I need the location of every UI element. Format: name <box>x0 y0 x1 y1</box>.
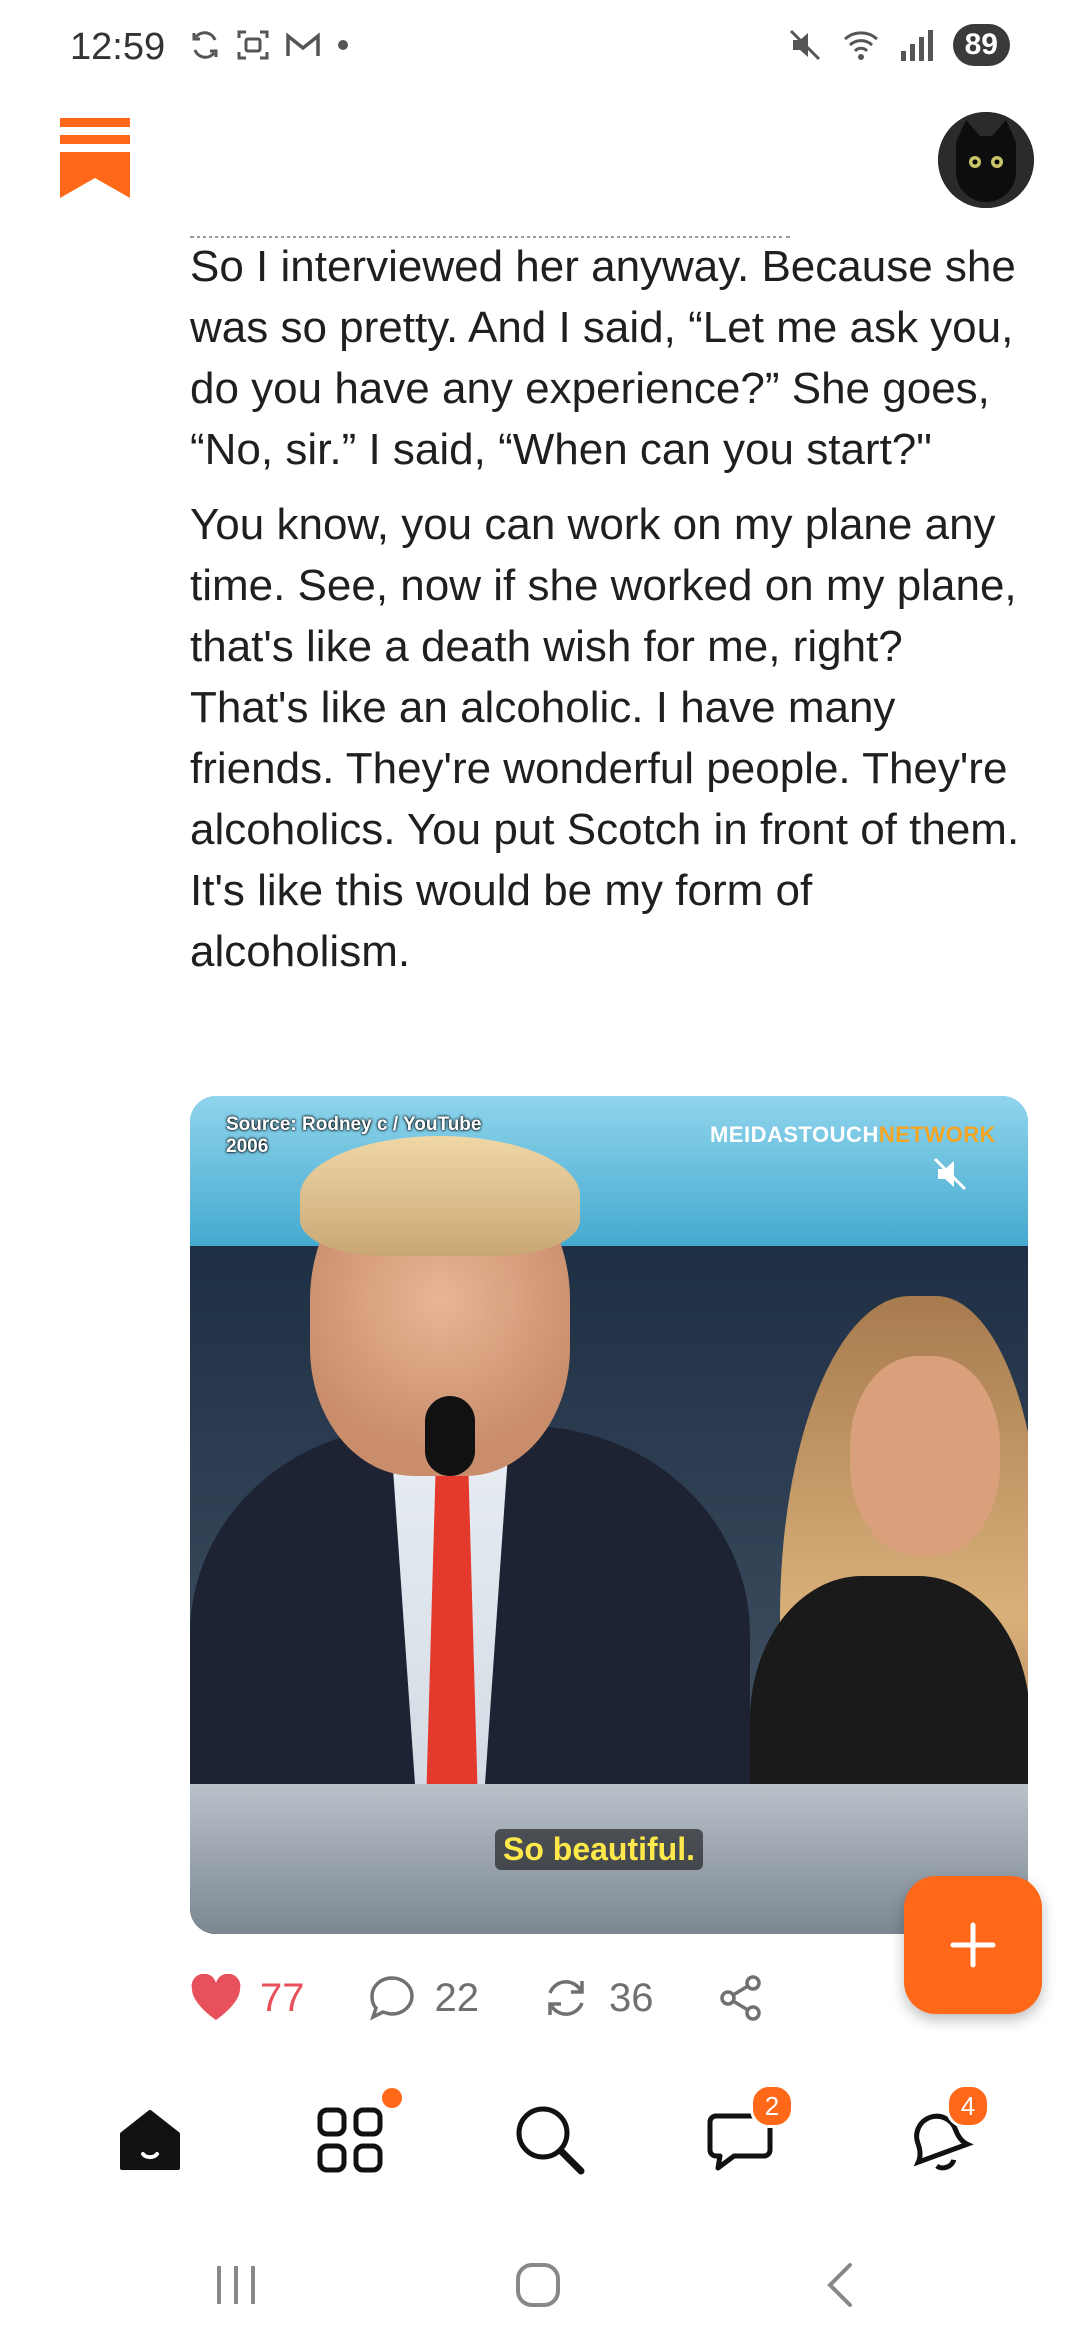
video-caption: So beautiful. <box>495 1829 703 1870</box>
black-cat-avatar <box>938 112 1034 208</box>
heart-icon <box>191 1974 241 2020</box>
plus-icon <box>950 1922 996 1968</box>
activity-badge: 4 <box>946 2084 990 2128</box>
substack-logo-icon[interactable] <box>60 118 130 198</box>
share-icon <box>719 1975 761 2021</box>
comment-count: 22 <box>434 1975 480 2020</box>
video-brand: MEIDASTOUCHNETWORK <box>710 1122 996 1148</box>
search-icon <box>516 2106 585 2175</box>
brand-suffix: NETWORK <box>878 1122 996 1147</box>
recents-button[interactable] <box>196 2250 276 2320</box>
brand-main: MEIDASTOUCH <box>709 1122 879 1147</box>
like-count: 77 <box>260 1975 305 2020</box>
comment-icon <box>369 1976 414 2021</box>
wifi-icon <box>843 31 878 60</box>
video-figure <box>850 1356 1000 1556</box>
compose-button[interactable] <box>904 1876 1042 2014</box>
restack-icon <box>548 1980 584 2016</box>
like-button[interactable]: 77 <box>190 1974 305 2022</box>
article-paragraph: So I interviewed her anyway. Because she… <box>190 242 1016 474</box>
dot-icon <box>338 40 348 50</box>
nav-activity[interactable]: 4 <box>888 2084 990 2190</box>
post-actions: 77 22 36 <box>190 1966 828 2030</box>
article-paragraph: You know, you can work on my plane any t… <box>190 500 1020 976</box>
signal-icon <box>900 30 933 61</box>
back-icon <box>827 2263 852 2307</box>
article-body: So I interviewed her anyway. Because she… <box>190 236 1020 996</box>
chat-badge: 2 <box>750 2084 794 2128</box>
share-button[interactable] <box>716 1973 766 2023</box>
video-source-credit: Source: Rodney c / YouTube 2006 <box>226 1114 481 1158</box>
status-left-icons <box>188 28 350 62</box>
gmail-icon <box>286 32 320 56</box>
video-figure <box>425 1396 475 1476</box>
home-system-button[interactable] <box>498 2250 578 2320</box>
notification-dot <box>382 2088 402 2108</box>
sync-icon <box>192 31 218 59</box>
mute-icon <box>789 29 820 61</box>
status-right-icons: 89 <box>787 24 1010 66</box>
home-circle-icon <box>516 2263 560 2307</box>
recents-icon <box>217 2266 255 2304</box>
nav-explore[interactable] <box>300 2088 402 2190</box>
source-year: 2006 <box>226 1136 269 1157</box>
restack-count: 36 <box>609 1975 654 2020</box>
video-player[interactable]: Source: Rodney c / YouTube 2006 MEIDASTO… <box>190 1096 1028 1934</box>
mute-icon[interactable] <box>930 1154 970 1194</box>
back-button[interactable] <box>800 2250 880 2320</box>
nav-search[interactable] <box>500 2090 600 2190</box>
bottom-nav: 2 4 <box>0 2080 1080 2200</box>
screenshot-icon <box>237 30 269 60</box>
nav-chat[interactable]: 2 <box>690 2084 794 2190</box>
status-time: 12:59 <box>70 26 166 68</box>
avatar[interactable] <box>938 112 1034 208</box>
system-nav <box>0 2230 1080 2340</box>
grid-icon <box>317 2107 383 2173</box>
status-bar: 12:59 89 <box>0 0 1080 96</box>
nav-home[interactable] <box>100 2090 200 2190</box>
source-line: Source: Rodney c / YouTube <box>226 1114 482 1135</box>
restack-button[interactable]: 36 <box>541 1973 654 2023</box>
home-icon <box>120 2110 180 2170</box>
comment-button[interactable]: 22 <box>367 1973 480 2023</box>
battery-indicator: 89 <box>952 24 1010 66</box>
